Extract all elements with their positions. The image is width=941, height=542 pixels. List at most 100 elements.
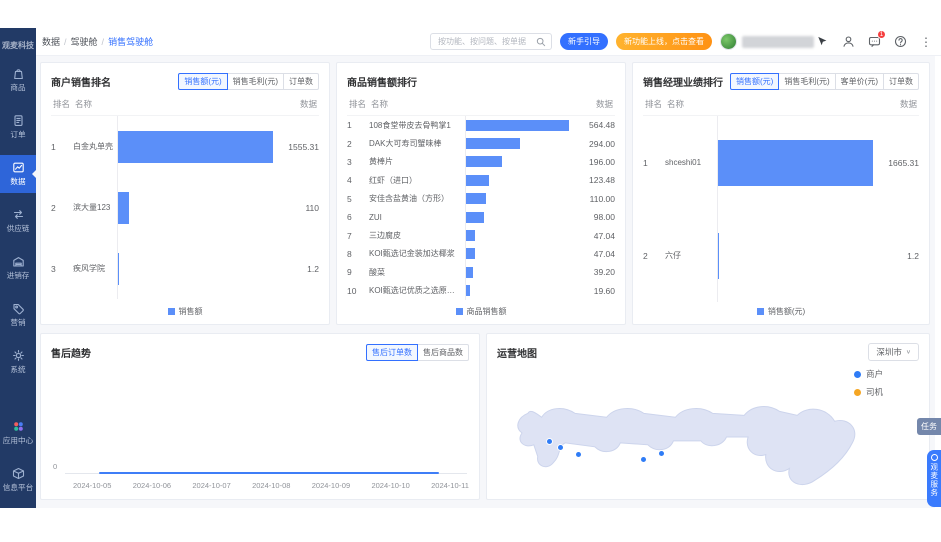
search-input[interactable] bbox=[436, 36, 536, 47]
kebab-menu-icon[interactable]: ⋮ bbox=[919, 35, 933, 49]
rank-cell: 8 bbox=[347, 249, 369, 259]
rank-row: 2六仔1.2 bbox=[643, 209, 919, 302]
breadcrumb: 数据 / 驾驶舱 / 销售驾驶舱 bbox=[42, 35, 153, 48]
bar-track bbox=[465, 134, 569, 152]
x-tick-label: 2024-10-07 bbox=[192, 481, 230, 490]
x-tick-label: 2024-10-10 bbox=[371, 481, 409, 490]
bar-track bbox=[717, 116, 873, 209]
sidebar: 观麦科技 商品 订单 数据 供应链 进销存 bbox=[0, 28, 36, 508]
value-cell: 110 bbox=[273, 203, 319, 213]
rank-row: 2DAK大可寿司蟹味棒294.00 bbox=[347, 134, 615, 152]
sidebar-item-supply-chain[interactable]: 供应链 bbox=[0, 202, 36, 240]
value-cell: 47.04 bbox=[569, 231, 615, 241]
product-ranking-card: 商品销售额排行 排名 名称 数据 1108食堂带皮去骨鸭掌1564.482DAK… bbox=[336, 62, 626, 325]
breadcrumb-item[interactable]: 数据 bbox=[42, 35, 60, 48]
merchant-map-marker bbox=[576, 452, 581, 457]
metric-switcher: 销售额(元) 销售毛利(元) 订单数 bbox=[178, 73, 319, 90]
name-cell: 六仔 bbox=[665, 250, 717, 261]
name-cell: 酸菜 bbox=[369, 267, 465, 278]
legend-swatch bbox=[168, 308, 175, 315]
value-cell: 123.48 bbox=[569, 175, 615, 185]
table-header: 排名 名称 数据 bbox=[643, 91, 919, 116]
value-cell: 98.00 bbox=[569, 212, 615, 222]
rank-row: 3疾风学院1.2 bbox=[51, 238, 319, 299]
topbar-icons: 1 ⋮ bbox=[841, 35, 933, 49]
name-cell: 三边腐皮 bbox=[369, 230, 465, 241]
operations-map-card: 运营地图 深圳市 ∨ 商户 司机 bbox=[486, 333, 930, 500]
guide-button[interactable]: 新手引导 bbox=[560, 33, 608, 50]
search-icon bbox=[536, 37, 546, 47]
supply-icon bbox=[12, 208, 25, 221]
bar bbox=[466, 156, 502, 167]
merchant-map-marker bbox=[641, 457, 646, 462]
breadcrumb-item[interactable]: 驾驶舱 bbox=[71, 35, 98, 48]
order-icon bbox=[12, 114, 25, 127]
metric-switcher: 销售额(元) 销售毛利(元) 客单价(元) 订单数 bbox=[730, 73, 919, 90]
avatar[interactable] bbox=[720, 33, 737, 50]
x-tick-label: 2024-10-05 bbox=[73, 481, 111, 490]
rank-row: 5安佳含盐黄油（方形）110.00 bbox=[347, 190, 615, 208]
filter-sales-amount[interactable]: 销售额(元) bbox=[178, 73, 227, 90]
region-select[interactable]: 深圳市 ∨ bbox=[868, 343, 919, 361]
breadcrumb-current: 销售驾驶舱 bbox=[108, 35, 153, 48]
chart-legend: 销售额 bbox=[41, 306, 329, 317]
app-window: 观麦科技 商品 订单 数据 供应链 进销存 bbox=[0, 28, 935, 508]
rank-row: 3黄棒片196.00 bbox=[347, 153, 615, 171]
task-tag[interactable]: 任务 bbox=[917, 418, 941, 435]
bar bbox=[466, 193, 486, 204]
bar bbox=[466, 267, 473, 278]
sidebar-item-marketing[interactable]: 营销 bbox=[0, 296, 36, 334]
value-cell: 39.20 bbox=[569, 267, 615, 277]
merchant-map-marker bbox=[659, 451, 664, 456]
filter-aftersales-orders[interactable]: 售后订单数 bbox=[366, 344, 418, 361]
sidebar-item-app-center[interactable]: 应用中心 bbox=[0, 414, 36, 452]
rank-row: 2滨大量123110 bbox=[51, 177, 319, 238]
name-cell: KOI甄选记金装加达椰浆 bbox=[369, 248, 465, 259]
legend-item-driver: 司机 bbox=[854, 386, 883, 398]
filter-gross-profit[interactable]: 销售毛利(元) bbox=[778, 73, 835, 90]
filter-avg-order-value[interactable]: 客单价(元) bbox=[835, 73, 884, 90]
bar bbox=[118, 131, 273, 163]
sidebar-item-goods[interactable]: 商品 bbox=[0, 61, 36, 99]
name-cell: 疾风学院 bbox=[73, 263, 117, 274]
rank-cell: 5 bbox=[347, 194, 369, 204]
merchant-ranking-card: 商户销售排名 销售额(元) 销售毛利(元) 订单数 排名 名称 数据 1白金丸单… bbox=[40, 62, 330, 325]
filter-order-count[interactable]: 订单数 bbox=[283, 73, 319, 90]
promo-button[interactable]: 新功能上线，点击查看 bbox=[616, 33, 712, 50]
bar-track bbox=[465, 263, 569, 281]
filter-aftersales-products[interactable]: 售后商品数 bbox=[417, 344, 469, 361]
bar-track bbox=[465, 282, 569, 300]
merchant-map-marker bbox=[547, 439, 552, 444]
card-title: 销售经理业绩排行 bbox=[643, 74, 723, 89]
rank-cell: 7 bbox=[347, 231, 369, 241]
sidebar-item-inventory[interactable]: 进销存 bbox=[0, 249, 36, 287]
sidebar-item-system[interactable]: 系统 bbox=[0, 343, 36, 381]
tag-icon bbox=[12, 302, 25, 315]
filter-sales-amount[interactable]: 销售额(元) bbox=[730, 73, 779, 90]
trend-line bbox=[99, 472, 439, 474]
sidebar-item-info-platform[interactable]: 信息平台 bbox=[0, 461, 36, 499]
sidebar-item-data[interactable]: 数据 bbox=[0, 155, 36, 193]
bar bbox=[718, 140, 873, 186]
redacted-username bbox=[742, 36, 814, 48]
notification-badge: 1 bbox=[877, 30, 886, 39]
filter-order-count[interactable]: 订单数 bbox=[883, 73, 919, 90]
filter-gross-profit[interactable]: 销售毛利(元) bbox=[227, 73, 284, 90]
service-tab[interactable]: 观麦服务 bbox=[927, 450, 941, 507]
value-cell: 19.60 bbox=[569, 286, 615, 296]
name-cell: 108食堂带皮去骨鸭掌1 bbox=[369, 120, 465, 131]
support-icon[interactable] bbox=[841, 35, 855, 49]
search-box[interactable] bbox=[430, 33, 552, 50]
name-cell: KOI甄选记优质之选原颗椰碎 bbox=[369, 285, 465, 296]
message-icon[interactable]: 1 bbox=[867, 35, 881, 49]
inventory-icon bbox=[12, 255, 25, 268]
help-icon[interactable] bbox=[893, 35, 907, 49]
bar-track bbox=[465, 245, 569, 263]
name-cell: ZUI bbox=[369, 213, 465, 222]
rank-cell: 10 bbox=[347, 286, 369, 296]
x-tick-label: 2024-10-09 bbox=[312, 481, 350, 490]
name-cell: shceshi01 bbox=[665, 158, 717, 167]
rank-row: 9酸菜39.20 bbox=[347, 263, 615, 281]
sidebar-item-orders[interactable]: 订单 bbox=[0, 108, 36, 146]
bar bbox=[466, 138, 520, 149]
